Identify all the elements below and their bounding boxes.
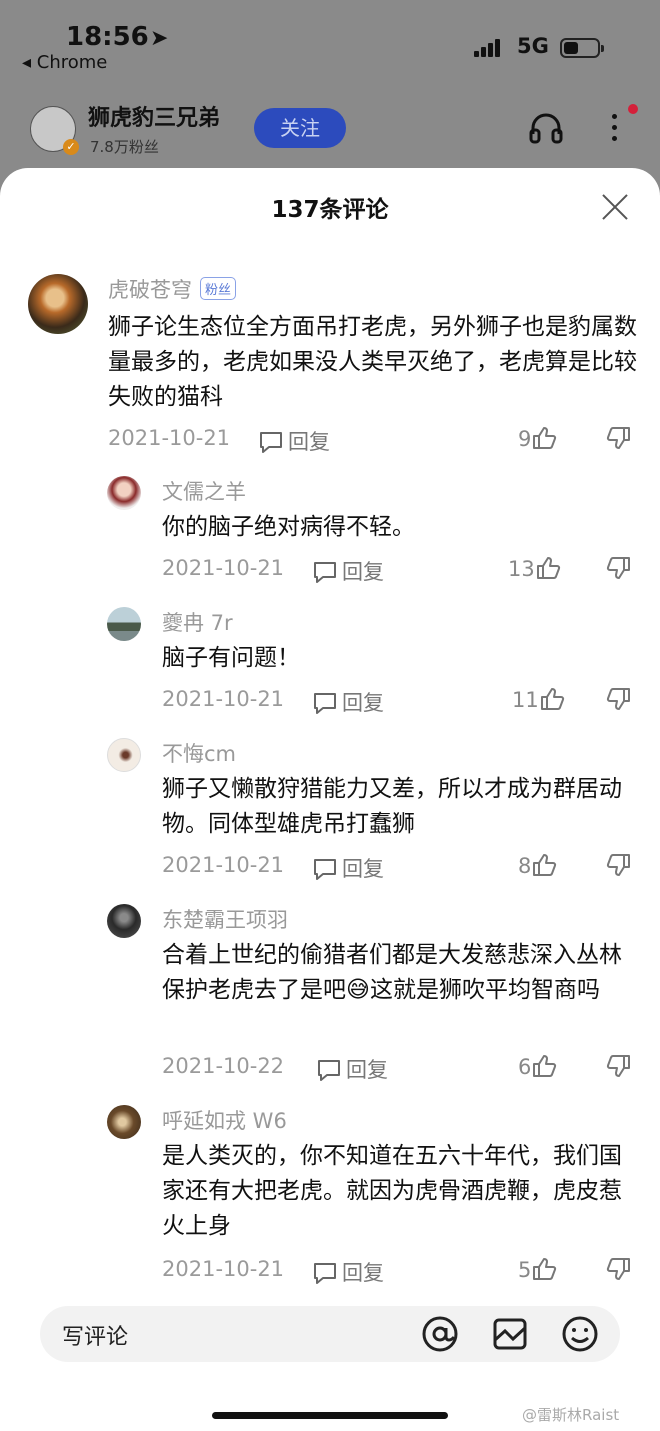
reply-button[interactable]: 回复 <box>258 426 330 456</box>
like-button[interactable]: 8 <box>518 853 557 878</box>
comment-date: 2021-10-21 <box>162 853 285 877</box>
comment-text: 你的脑子绝对病得不轻。 <box>162 514 415 540</box>
thumbs-up-icon <box>533 1055 557 1077</box>
signal-icon <box>474 38 502 57</box>
dislike-button[interactable] <box>606 853 632 877</box>
comment-username[interactable]: 东楚霸王项羽 <box>162 904 288 934</box>
close-icon[interactable] <box>600 192 630 222</box>
thumbs-up-icon <box>533 1258 557 1280</box>
account-header: ✓ 狮虎豹三兄弟 7.8万粉丝 关注 <box>0 98 660 168</box>
account-name[interactable]: 狮虎豹三兄弟 <box>88 100 220 132</box>
comment-meta: 2021-10-21 回复 9 <box>108 426 632 456</box>
reply-button[interactable]: 回复 <box>312 556 384 586</box>
account-avatar[interactable]: ✓ <box>30 106 79 155</box>
avatar[interactable] <box>107 476 141 510</box>
comment-meta: 2021-10-22 回复 6 <box>162 1054 632 1084</box>
comment-bubble-icon <box>314 859 336 880</box>
battery-icon <box>560 38 604 58</box>
reply-button[interactable]: 回复 <box>316 1054 388 1084</box>
like-button[interactable]: 11 <box>512 687 565 712</box>
comment-text: 狮子又懒散狩猎能力又差，所以才成为群居动物。同体型雄虎吊打蠢狮 <box>162 776 622 837</box>
more-options-icon[interactable] <box>604 110 624 150</box>
comment-sheet: 137条评论 虎破苍穹 粉丝 狮子论生态位全方面吊打老虎，另外狮子也是豹属数量最多… <box>0 168 660 1431</box>
location-arrow-icon: ➤ <box>150 26 169 51</box>
comment-username[interactable]: 不悔cm <box>162 738 236 768</box>
reply-button[interactable]: 回复 <box>312 853 384 883</box>
thumbs-up-icon <box>536 557 560 579</box>
comment-date: 2021-10-21 <box>162 687 285 711</box>
reply-button[interactable]: 回复 <box>312 687 384 717</box>
notification-dot <box>628 104 638 114</box>
comment-username[interactable]: 夔冉 7r <box>162 607 233 637</box>
thumbs-down-icon <box>606 1258 630 1280</box>
comment-text: 脑子有问题！ <box>162 645 300 671</box>
dislike-button[interactable] <box>606 1054 632 1078</box>
avatar[interactable] <box>107 738 141 772</box>
reply-button[interactable]: 回复 <box>312 1257 384 1287</box>
comment-bubble-icon <box>314 693 336 714</box>
comment-text: 狮子论生态位全方面吊打老虎，另外狮子也是豹属数量最多的，老虎如果没人类早灭绝了，… <box>108 314 637 410</box>
dislike-button[interactable] <box>606 687 632 711</box>
account-fans: 7.8万粉丝 <box>90 138 159 156</box>
headphones-icon[interactable] <box>528 110 564 146</box>
emoji-icon[interactable] <box>560 1314 600 1354</box>
network-type: 5G <box>517 34 549 58</box>
thumbs-up-icon <box>540 688 564 710</box>
status-time: 18:56 <box>66 22 149 52</box>
home-indicator[interactable] <box>212 1412 448 1419</box>
comment-bubble-icon <box>260 432 282 453</box>
composer-placeholder: 写评论 <box>62 1325 129 1350</box>
fan-badge: 粉丝 <box>200 277 237 300</box>
thumbs-down-icon <box>606 854 630 876</box>
comment-username[interactable]: 虎破苍穹 粉丝 <box>108 274 237 304</box>
comment-bubble-icon <box>318 1060 340 1081</box>
comment-count-title: 137条评论 <box>271 197 389 223</box>
thumbs-up-icon <box>533 427 557 449</box>
like-button[interactable]: 5 <box>518 1257 557 1282</box>
follow-button[interactable]: 关注 <box>254 108 346 148</box>
like-button[interactable]: 9 <box>518 426 557 451</box>
comment-meta: 2021-10-21 回复 8 <box>162 853 632 883</box>
dislike-button[interactable] <box>606 426 632 450</box>
dislike-button[interactable] <box>606 556 632 580</box>
comment-meta: 2021-10-21 回复 13 <box>162 556 632 586</box>
thumbs-down-icon <box>606 1055 630 1077</box>
watermark: @雷斯林Raist <box>522 1406 620 1424</box>
comment-date: 2021-10-21 <box>162 556 285 580</box>
comment-bubble-icon <box>314 1263 336 1284</box>
comment-composer[interactable]: 写评论 <box>40 1306 620 1362</box>
back-app-label: Chrome <box>36 52 108 73</box>
thumbs-down-icon <box>606 427 630 449</box>
status-bar: 18:56 ➤ ◂ Chrome 5G <box>0 18 660 88</box>
like-button[interactable]: 6 <box>518 1054 557 1079</box>
dislike-button[interactable] <box>606 1257 632 1281</box>
image-icon[interactable] <box>490 1314 530 1354</box>
comment-bubble-icon <box>314 562 336 583</box>
comment-date: 2021-10-21 <box>108 426 231 450</box>
mention-icon[interactable] <box>420 1314 460 1354</box>
comment-date: 2021-10-22 <box>162 1054 285 1078</box>
avatar[interactable] <box>28 274 88 334</box>
comment-date: 2021-10-21 <box>162 1257 285 1281</box>
thumbs-down-icon <box>606 688 630 710</box>
avatar[interactable] <box>107 1105 141 1139</box>
avatar[interactable] <box>107 607 141 641</box>
verified-icon: ✓ <box>63 139 79 155</box>
comment-text: 是人类灭的，你不知道在五六十年代，我们国家还有大把老虎。就因为虎骨酒虎鞭，虎皮惹… <box>162 1143 622 1239</box>
comment-meta: 2021-10-21 回复 5 <box>162 1257 632 1287</box>
avatar[interactable] <box>107 904 141 938</box>
thumbs-down-icon <box>606 557 630 579</box>
comment-text: 合着上世纪的偷猎者们都是大发慈悲深入丛林保护老虎去了是吧😅这就是狮吹平均智商吗 <box>162 942 622 1003</box>
thumbs-up-icon <box>533 854 557 876</box>
comment-meta: 2021-10-21 回复 11 <box>162 687 632 717</box>
comment-username[interactable]: 呼延如戎 W6 <box>162 1105 287 1135</box>
back-to-app-link[interactable]: ◂ Chrome <box>22 52 107 73</box>
like-button[interactable]: 13 <box>508 556 561 581</box>
comment-username[interactable]: 文儒之羊 <box>162 476 246 506</box>
